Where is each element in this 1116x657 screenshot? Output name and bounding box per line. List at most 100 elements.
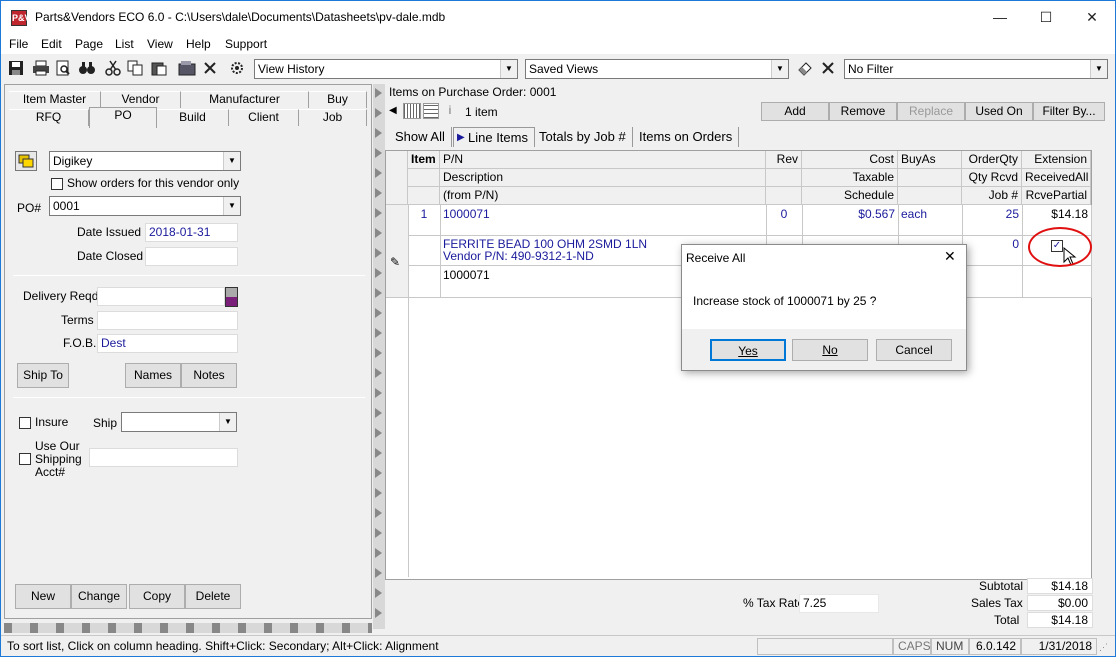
col-cost[interactable]: Cost (802, 151, 898, 169)
shipping-label: Shipping (35, 452, 82, 466)
date-closed-field[interactable] (145, 247, 238, 266)
panel-splitter[interactable] (373, 84, 385, 629)
expand-arrow-icon (375, 548, 382, 558)
close-button[interactable]: ✕ (1069, 1, 1115, 34)
tab-totals-by-job[interactable]: Totals by Job # (533, 127, 633, 147)
tab-buy[interactable]: Buy (309, 91, 367, 108)
col-rev[interactable]: Rev (766, 151, 802, 169)
delivery-reqd-field[interactable] (97, 287, 225, 306)
ship-method-combo[interactable]: ▼ (121, 412, 237, 432)
new-button[interactable]: New (15, 584, 71, 609)
settings-gear-icon[interactable] (227, 59, 247, 79)
date-issued-field[interactable]: 2018-01-31 (145, 223, 238, 242)
tab-show-all[interactable]: Show All (389, 127, 452, 147)
find-icon[interactable] (77, 59, 97, 79)
tab-rfq[interactable]: RFQ (9, 109, 89, 126)
remove-button[interactable]: Remove (829, 102, 897, 121)
menu-list[interactable]: List (115, 37, 134, 51)
col-extension[interactable]: Extension (1022, 151, 1091, 169)
col-taxable[interactable]: Taxable (802, 169, 898, 187)
cell-pn[interactable]: 1000071 (440, 206, 766, 224)
clear-filter-icon[interactable] (818, 59, 838, 79)
row-selector[interactable] (386, 205, 408, 247)
tab-items-on-orders[interactable]: Items on Orders (633, 127, 740, 147)
menu-file[interactable]: File (9, 37, 28, 51)
print-preview-icon[interactable] (53, 59, 73, 79)
row-selector[interactable]: ✎ (386, 247, 408, 297)
calendar-picker-icon[interactable] (225, 287, 238, 307)
insure-checkbox[interactable] (19, 417, 31, 429)
tab-item-master[interactable]: Item Master (9, 91, 101, 108)
tab-client[interactable]: Client (229, 109, 299, 126)
shipping-acct-field[interactable] (89, 448, 238, 467)
tab-build[interactable]: Build (157, 109, 229, 126)
yes-button[interactable]: Yes (710, 339, 786, 361)
info-icon[interactable]: i (443, 103, 457, 119)
tax-rate-field[interactable]: 7.25 (799, 594, 879, 613)
filter-combo[interactable]: No Filter ▼ (844, 59, 1108, 79)
delete-button[interactable]: Delete (185, 584, 241, 609)
cut-icon[interactable] (103, 59, 123, 79)
col-schedule[interactable]: Schedule (802, 187, 898, 205)
maximize-button[interactable]: ☐ (1023, 1, 1069, 34)
minimize-button[interactable]: — (977, 1, 1023, 34)
fob-field[interactable]: Dest (97, 334, 238, 353)
copy-button[interactable]: Copy (129, 584, 185, 609)
col-from-pn[interactable]: (from P/N) (440, 187, 766, 205)
col-qty-rcvd[interactable]: Qty Rcvd (962, 169, 1022, 187)
tab-po[interactable]: PO (89, 107, 157, 128)
change-button[interactable]: Change (71, 584, 127, 609)
col-buyas[interactable]: BuyAs (898, 151, 962, 169)
view-history-combo[interactable]: View History ▼ (254, 59, 518, 79)
delete-icon[interactable] (200, 59, 220, 79)
col-rcve-partial[interactable]: RcvePartial (1022, 187, 1091, 205)
po-combo[interactable]: 0001 ▼ (49, 196, 241, 216)
paste-icon[interactable] (149, 59, 169, 79)
eraser-icon[interactable] (795, 59, 815, 79)
selected-arrow-icon: ▶ (457, 132, 465, 143)
show-orders-checkbox[interactable] (51, 178, 63, 190)
col-item[interactable]: Item (408, 151, 440, 169)
save-icon[interactable] (6, 59, 26, 79)
col-job[interactable]: Job # (962, 187, 1022, 205)
tab-job[interactable]: Job (299, 109, 367, 126)
copy-icon[interactable] (125, 59, 145, 79)
tab-vendor[interactable]: Vendor (101, 91, 181, 108)
panel-collapse-strip[interactable] (4, 623, 372, 633)
col-pn[interactable]: P/N (440, 151, 766, 169)
receive-all-dialog: Receive All ✕ Increase stock of 1000071 … (681, 244, 967, 371)
col-item-3 (408, 187, 440, 205)
ship-to-button[interactable]: Ship To (17, 363, 69, 388)
cancel-button[interactable]: Cancel (876, 339, 952, 361)
filter-by-button[interactable]: Filter By... (1033, 102, 1105, 121)
saved-views-combo[interactable]: Saved Views ▼ (525, 59, 789, 79)
prev-record-icon[interactable]: ◀ (389, 103, 401, 119)
replace-button[interactable]: Replace (897, 102, 965, 121)
use-our-shipping-checkbox[interactable] (19, 453, 31, 465)
menu-help[interactable]: Help (186, 37, 211, 51)
col-received-all[interactable]: ReceivedAll (1022, 169, 1091, 187)
menu-edit[interactable]: Edit (41, 37, 62, 51)
col-description[interactable]: Description (440, 169, 766, 187)
resize-grip-icon[interactable]: ⋰ (1099, 642, 1108, 653)
menu-view[interactable]: View (147, 37, 173, 51)
terms-field[interactable] (97, 311, 238, 330)
menu-support[interactable]: Support (225, 37, 267, 51)
col-orderqty[interactable]: OrderQty (962, 151, 1022, 169)
vendor-combo[interactable]: Digikey ▼ (49, 151, 241, 171)
add-button[interactable]: Add (761, 102, 829, 121)
dialog-close-icon[interactable]: ✕ (944, 248, 956, 265)
vendor-lookup-button[interactable] (15, 151, 37, 171)
record-icon[interactable] (177, 59, 197, 79)
names-button[interactable]: Names (125, 363, 181, 388)
expand-arrow-icon (375, 188, 382, 198)
tab-line-items[interactable]: ▶ Line Items (453, 127, 535, 147)
print-icon[interactable] (31, 59, 51, 79)
used-on-button[interactable]: Used On (965, 102, 1033, 121)
grid-view-icon[interactable] (423, 103, 439, 119)
tab-manufacturer[interactable]: Manufacturer (181, 91, 309, 108)
menu-page[interactable]: Page (75, 37, 103, 51)
list-view-icon[interactable] (403, 103, 421, 119)
no-button[interactable]: No (792, 339, 868, 361)
notes-button[interactable]: Notes (181, 363, 237, 388)
